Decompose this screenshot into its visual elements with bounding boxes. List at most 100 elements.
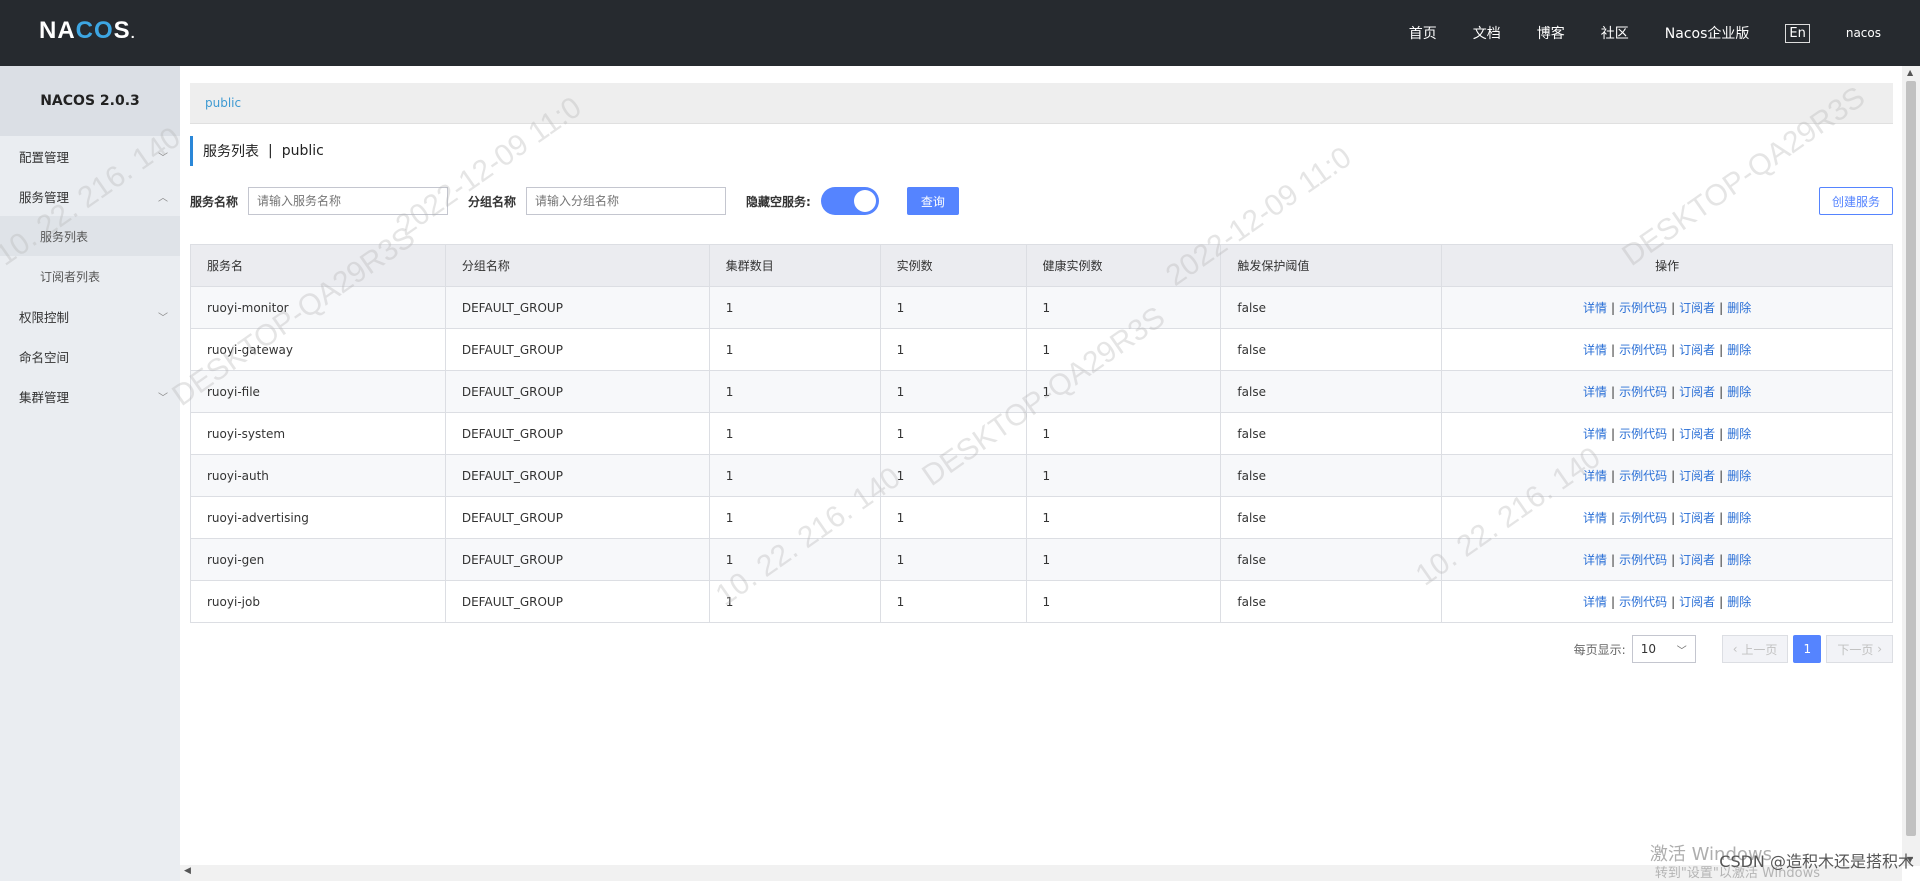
cell-operations: 详情 | 示例代码 | 订阅者 | 删除 <box>1441 412 1893 455</box>
next-page-button[interactable]: 下一页 › <box>1826 635 1893 663</box>
query-button[interactable]: 查询 <box>906 187 959 215</box>
cell-healthy-count: 1 <box>1026 328 1222 371</box>
cell-operations: 详情 | 示例代码 | 订阅者 | 删除 <box>1441 496 1893 539</box>
op-separator: | <box>1719 511 1724 525</box>
sample-code-link[interactable]: 示例代码 <box>1619 301 1667 315</box>
vertical-scrollbar[interactable]: ▲ ▼ <box>1902 66 1920 866</box>
cell-service-name: ruoyi-job <box>190 580 446 623</box>
sidebar-item-service-list[interactable]: 服务列表 <box>0 216 180 256</box>
subscriber-link[interactable]: 订阅者 <box>1679 427 1715 441</box>
scroll-up-icon[interactable]: ▲ <box>1907 68 1913 77</box>
language-toggle-button[interactable]: En <box>1785 23 1810 43</box>
cell-instance-count: 1 <box>880 538 1027 581</box>
group-name-input[interactable] <box>526 187 727 215</box>
table-row: ruoyi-gateway DEFAULT_GROUP 1 1 1 false 详情 | 示例代… <box>190 328 1893 371</box>
op-separator: | <box>1611 553 1616 567</box>
cell-protect-threshold: false <box>1220 370 1443 413</box>
detail-link[interactable]: 详情 <box>1583 511 1607 525</box>
title-separator: | <box>268 143 273 159</box>
service-name-input[interactable] <box>248 187 449 215</box>
op-separator: | <box>1611 469 1616 483</box>
pagination: 每页显示: 10 ﹀ ‹ 上一页 1 下一页 › <box>1574 635 1893 663</box>
subscriber-link[interactable]: 订阅者 <box>1679 385 1715 399</box>
main-content: public 服务列表 | public 服务名称 分组名称 隐藏空服务: 查询… <box>180 66 1902 866</box>
nacos-logo[interactable]: NACOS. <box>39 17 136 45</box>
sample-code-link[interactable]: 示例代码 <box>1619 385 1667 399</box>
nav-docs[interactable]: 文档 <box>1473 23 1501 43</box>
cell-protect-threshold: false <box>1220 454 1443 497</box>
op-separator: | <box>1671 595 1676 609</box>
delete-link[interactable]: 删除 <box>1727 553 1751 567</box>
delete-link[interactable]: 删除 <box>1727 427 1751 441</box>
sample-code-link[interactable]: 示例代码 <box>1619 469 1667 483</box>
detail-link[interactable]: 详情 <box>1583 469 1607 483</box>
namespace-tag-public[interactable]: public <box>205 96 241 110</box>
table-row: ruoyi-job DEFAULT_GROUP 1 1 1 false 详情 | 示例代码 | 订阅… <box>190 580 1893 623</box>
cell-group-name: DEFAULT_GROUP <box>445 412 710 455</box>
op-separator: | <box>1671 511 1676 525</box>
nav-enterprise[interactable]: Nacos企业版 <box>1665 23 1750 43</box>
sidebar-item-subscriber-list[interactable]: 订阅者列表 <box>0 256 180 296</box>
sample-code-link[interactable]: 示例代码 <box>1619 427 1667 441</box>
detail-link[interactable]: 详情 <box>1583 427 1607 441</box>
sample-code-link[interactable]: 示例代码 <box>1619 595 1667 609</box>
sidebar-item-label: 命名空间 <box>19 349 70 365</box>
detail-link[interactable]: 详情 <box>1583 553 1607 567</box>
sample-code-link[interactable]: 示例代码 <box>1619 511 1667 525</box>
delete-link[interactable]: 删除 <box>1727 595 1751 609</box>
logo-text-b: CO <box>75 17 114 44</box>
service-name-label: 服务名称 <box>190 194 239 209</box>
sidebar-item-service[interactable]: 服务管理 ︿ <box>0 176 180 216</box>
horizontal-scrollbar[interactable]: ◀ <box>180 865 1902 881</box>
table-row: ruoyi-system DEFAULT_GROUP 1 1 1 false 详情 | 示例代码… <box>190 412 1893 455</box>
hide-empty-toggle[interactable] <box>820 187 879 215</box>
detail-link[interactable]: 详情 <box>1583 301 1607 315</box>
create-service-button[interactable]: 创建服务 <box>1818 187 1893 215</box>
col-healthy-count: 健康实例数 <box>1026 244 1222 287</box>
delete-link[interactable]: 删除 <box>1727 301 1751 315</box>
scrollbar-thumb[interactable] <box>1906 81 1916 836</box>
nav-blog[interactable]: 博客 <box>1537 23 1565 43</box>
sidebar-item-namespace[interactable]: 命名空间 <box>0 336 180 376</box>
sample-code-link[interactable]: 示例代码 <box>1619 553 1667 567</box>
cell-operations: 详情 | 示例代码 | 订阅者 | 删除 <box>1441 370 1893 413</box>
prev-page-button[interactable]: ‹ 上一页 <box>1721 635 1789 663</box>
chevron-down-icon: ﹀ <box>158 392 168 404</box>
cell-cluster-count: 1 <box>709 496 881 539</box>
subscriber-link[interactable]: 订阅者 <box>1679 511 1715 525</box>
hide-empty-label: 隐藏空服务: <box>746 194 811 209</box>
delete-link[interactable]: 删除 <box>1727 469 1751 483</box>
user-name[interactable]: nacos <box>1846 26 1881 40</box>
detail-link[interactable]: 详情 <box>1583 385 1607 399</box>
cell-operations: 详情 | 示例代码 | 订阅者 | 删除 <box>1441 286 1893 329</box>
page-title-text: 服务列表 <box>203 144 259 160</box>
cell-healthy-count: 1 <box>1026 538 1222 581</box>
cell-group-name: DEFAULT_GROUP <box>445 370 710 413</box>
page-number-1[interactable]: 1 <box>1793 635 1822 663</box>
subscriber-link[interactable]: 订阅者 <box>1679 343 1715 357</box>
detail-link[interactable]: 详情 <box>1583 595 1607 609</box>
subscriber-link[interactable]: 订阅者 <box>1679 595 1715 609</box>
cell-service-name: ruoyi-system <box>190 412 446 455</box>
scroll-left-icon[interactable]: ◀ <box>184 866 191 876</box>
page-title-namespace: public <box>281 143 324 159</box>
sidebar-item-cluster[interactable]: 集群管理 ﹀ <box>0 376 180 416</box>
detail-link[interactable]: 详情 <box>1583 343 1607 357</box>
cell-instance-count: 1 <box>880 496 1027 539</box>
subscriber-link[interactable]: 订阅者 <box>1679 553 1715 567</box>
cell-healthy-count: 1 <box>1026 454 1222 497</box>
delete-link[interactable]: 删除 <box>1727 343 1751 357</box>
sample-code-link[interactable]: 示例代码 <box>1619 343 1667 357</box>
sidebar-item-config[interactable]: 配置管理 ﹀ <box>0 136 180 176</box>
page-size-select[interactable]: 10 ﹀ <box>1631 635 1696 663</box>
service-table: 服务名 分组名称 集群数目 实例数 健康实例数 触发保护阈值 操作 ruoyi-… <box>190 244 1893 623</box>
delete-link[interactable]: 删除 <box>1727 511 1751 525</box>
nav-home[interactable]: 首页 <box>1409 23 1437 43</box>
subscriber-link[interactable]: 订阅者 <box>1679 469 1715 483</box>
sidebar-item-auth[interactable]: 权限控制 ﹀ <box>0 296 180 336</box>
subscriber-link[interactable]: 订阅者 <box>1679 301 1715 315</box>
nav-community[interactable]: 社区 <box>1601 23 1629 43</box>
cell-instance-count: 1 <box>880 580 1027 623</box>
cell-operations: 详情 | 示例代码 | 订阅者 | 删除 <box>1441 328 1893 371</box>
delete-link[interactable]: 删除 <box>1727 385 1751 399</box>
